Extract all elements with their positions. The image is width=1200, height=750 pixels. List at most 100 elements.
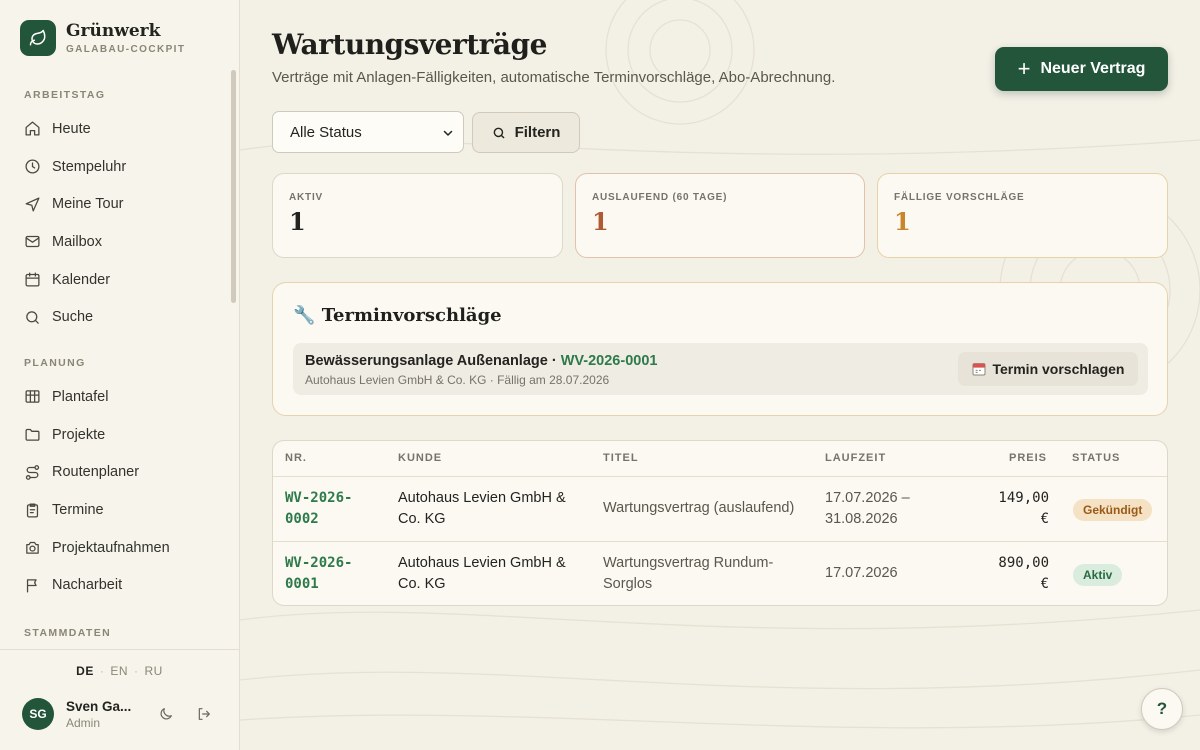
stat-label: AKTIV <box>289 192 323 203</box>
customer-cell: Autohaus Levien GmbH & Co. KG <box>398 555 566 592</box>
sidebar-item-stempeluhr[interactable]: Stempeluhr <box>0 148 230 186</box>
sidebar-item-label: Routenplaner <box>52 464 140 481</box>
chevron-down-icon <box>443 130 453 136</box>
column-header-preis[interactable]: PREIS <box>1009 452 1047 464</box>
sidebar-item-nacharbeit[interactable]: Nacharbeit <box>0 567 230 605</box>
sidebar: Grünwerk GALABAU-COCKPIT ARBEITSTAG Heut… <box>0 0 240 750</box>
plus-icon: + <box>1017 56 1031 81</box>
propose-appointment-label: Termin vorschlagen <box>992 361 1125 377</box>
contract-number-link[interactable]: WV-2026- 0001 <box>285 553 352 595</box>
stat-value: 1 <box>894 207 911 236</box>
table-row[interactable]: WV-2026- 0002 Autohaus Levien GmbH & Co. K… <box>273 477 1167 542</box>
column-header-status[interactable]: STATUS <box>1072 452 1120 464</box>
sidebar-item-projekte[interactable]: Projekte <box>0 416 230 454</box>
language-de[interactable]: DE <box>76 664 94 678</box>
sidebar-item-routenplaner[interactable]: Routenplaner <box>0 454 230 492</box>
price-cell: 890,00 € <box>998 555 1049 592</box>
sidebar-item-label: Mailbox <box>52 233 102 250</box>
duration-cell: 17.07.2026 –31.08.2026 <box>825 490 910 527</box>
sidebar-item-label: Suche <box>52 309 94 326</box>
sidebar-item-label: Heute <box>52 120 91 137</box>
user-profile[interactable]: SG Sven Ga... Admin <box>22 698 144 730</box>
duration-cell: 17.07.2026 <box>825 565 898 581</box>
title-cell: Wartungsvertrag Rundum- Sorglos <box>603 555 774 592</box>
contract-number-link[interactable]: WV-2026- 0002 <box>285 488 352 530</box>
page-title: Wartungsverträge <box>272 28 547 61</box>
camera-icon <box>26 542 39 555</box>
sidebar-item-label: Meine Tour <box>52 196 124 213</box>
contracts-table: NR. KUNDE TITEL LAUFZEIT PREIS STATUS WV… <box>272 440 1168 606</box>
proposal-title: Bewässerungsanlage Außenanlage · WV-2026… <box>305 353 658 369</box>
sidebar-item-projektaufnahmen[interactable]: Projektaufnahmen <box>0 529 230 567</box>
logout-icon[interactable] <box>196 706 212 722</box>
clock-icon <box>25 159 40 174</box>
sidebar-item-label: Projektaufnahmen <box>52 539 170 556</box>
stat-card-aktiv: AKTIV 1 <box>272 173 563 258</box>
propose-appointment-button[interactable]: Termin vorschlagen <box>958 352 1138 386</box>
moon-icon[interactable] <box>158 706 174 722</box>
folder-icon <box>25 429 40 441</box>
language-switcher: DE · EN · RU <box>76 664 163 678</box>
brand-name: Grünwerk <box>66 20 161 41</box>
sidebar-scrollbar[interactable] <box>231 70 236 303</box>
proposals-panel: 🔧 Terminvorschläge Bewässerungsanlage Au… <box>272 282 1168 416</box>
clipboard-icon <box>26 503 39 518</box>
wrench-icon: 🔧 <box>293 305 316 326</box>
column-header-titel[interactable]: TITEL <box>603 452 639 464</box>
column-header-laufzeit[interactable]: LAUFZEIT <box>825 452 886 464</box>
customer-cell: Autohaus Levien GmbH & Co. KG <box>398 490 566 527</box>
sidebar-item-mailbox[interactable]: Mailbox <box>0 223 230 261</box>
sidebar-item-label: Termine <box>52 502 104 519</box>
help-button[interactable]: ? <box>1141 688 1183 730</box>
proposal-item: Bewässerungsanlage Außenanlage · WV-2026… <box>293 343 1148 395</box>
column-header-nr[interactable]: NR. <box>285 452 307 464</box>
new-contract-label: Neuer Vertrag <box>1040 60 1146 77</box>
status-select[interactable]: Alle Status <box>272 111 464 153</box>
stat-card-auslaufend: AUSLAUFEND (60 TAGE) 1 <box>575 173 865 258</box>
sidebar-item-heute[interactable]: Heute <box>0 110 230 148</box>
nav-section-stammdaten: STAMMDATEN <box>24 627 112 640</box>
sidebar-item-suche[interactable]: Suche <box>0 298 230 336</box>
user-name: Sven Ga... <box>66 698 132 714</box>
home-icon <box>25 121 40 136</box>
proposal-subtitle: Autohaus Levien GmbH & Co. KG · Fällig a… <box>305 373 610 387</box>
language-ru[interactable]: RU <box>145 664 163 678</box>
proposals-title: 🔧 Terminvorschläge <box>293 305 502 326</box>
sidebar-item-termine[interactable]: Termine <box>0 491 230 529</box>
sidebar-item-meine-tour[interactable]: Meine Tour <box>0 185 230 223</box>
table-row[interactable]: WV-2026- 0001 Autohaus Levien GmbH & Co. K… <box>273 542 1167 605</box>
avatar: SG <box>22 698 54 730</box>
sidebar-footer: DE · EN · RU SG Sven Ga... Admin <box>0 649 239 750</box>
flag-icon <box>26 579 37 593</box>
user-role: Admin <box>66 715 101 730</box>
board-icon <box>25 390 40 404</box>
filter-button[interactable]: Filtern <box>472 112 580 153</box>
route-icon <box>25 464 40 480</box>
status-select-value: Alle Status <box>290 123 362 141</box>
brand-subtitle: GALABAU-COCKPIT <box>66 43 186 55</box>
search-icon <box>493 127 504 138</box>
title-cell: Wartungsvertrag (auslaufend) <box>603 500 795 516</box>
page-subtitle: Verträge mit Anlagen-Fälligkeiten, autom… <box>272 69 836 86</box>
new-contract-button[interactable]: + Neuer Vertrag <box>995 47 1168 91</box>
brand[interactable]: Grünwerk GALABAU-COCKPIT <box>20 20 185 56</box>
proposal-contract-link[interactable]: WV-2026-0001 <box>561 353 658 369</box>
leaf-icon <box>20 20 56 56</box>
column-header-kunde[interactable]: KUNDE <box>398 452 442 464</box>
search-icon <box>26 310 39 324</box>
sidebar-item-plantafel[interactable]: Plantafel <box>0 378 230 416</box>
nav-section-planung: PLANUNG <box>24 357 86 370</box>
mail-icon <box>25 236 40 248</box>
navigation-icon <box>25 197 40 212</box>
sidebar-item-label: Projekte <box>52 426 106 443</box>
status-badge: Gekündigt <box>1073 499 1153 521</box>
table-header: NR. KUNDE TITEL LAUFZEIT PREIS STATUS <box>273 441 1167 477</box>
stat-value: 1 <box>592 207 609 236</box>
language-en[interactable]: EN <box>110 664 128 678</box>
calendar-icon <box>972 363 986 376</box>
sidebar-item-kalender[interactable]: Kalender <box>0 261 230 299</box>
sidebar-item-label: Nacharbeit <box>52 577 123 594</box>
stat-label: AUSLAUFEND (60 TAGE) <box>592 192 728 203</box>
sidebar-item-label: Plantafel <box>52 388 109 405</box>
status-badge: Aktiv <box>1073 564 1123 586</box>
